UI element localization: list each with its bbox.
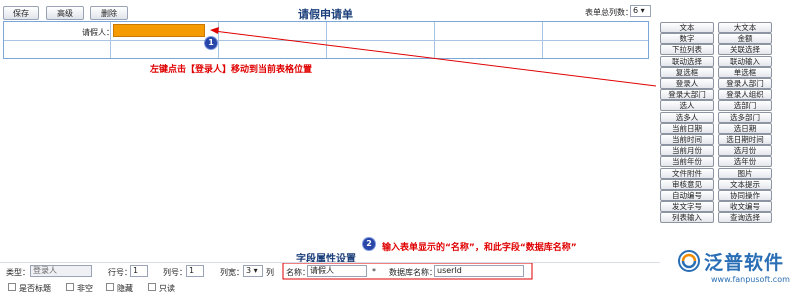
palette-item-6[interactable]: 关联选择 <box>718 44 772 55</box>
col-field[interactable]: 1 <box>186 265 204 277</box>
palette-item-34[interactable]: 收文编号 <box>718 201 772 212</box>
logo-url: www.fanpusoft.com <box>711 275 790 284</box>
palette-item-30[interactable]: 文本提示 <box>718 179 772 190</box>
type-label: 类型： <box>6 268 30 277</box>
palette-item-18[interactable]: 选多部门 <box>718 112 772 123</box>
readonly-label: 只读 <box>159 284 175 293</box>
palette-item-25[interactable]: 当前年份 <box>660 156 714 167</box>
palette-item-13[interactable]: 登录大部门 <box>660 89 714 100</box>
palette-item-33[interactable]: 发文字号 <box>660 201 714 212</box>
palette-item-3[interactable]: 数字 <box>660 33 714 44</box>
logo-mark-icon <box>678 250 700 272</box>
dbname-field[interactable]: userId <box>434 265 524 277</box>
palette-item-29[interactable]: 审核意见 <box>660 179 714 190</box>
row-label: 行号： <box>108 268 132 277</box>
step1-badge: 1 <box>205 37 217 49</box>
row-field[interactable]: 1 <box>130 265 148 277</box>
hidden-label: 隐藏 <box>117 284 133 293</box>
palette-item-9[interactable]: 复选框 <box>660 67 714 78</box>
palette-item-5[interactable]: 下拉列表 <box>660 44 714 55</box>
hidden-checkbox[interactable] <box>106 283 114 291</box>
name-field[interactable]: 请假人 <box>307 265 367 277</box>
palette-item-8[interactable]: 联动输入 <box>718 56 772 67</box>
palette-item-35[interactable]: 列表输入 <box>660 212 714 223</box>
step2-hint: 输入表单显示的“名称”，和此字段“数据库名称” <box>382 243 577 253</box>
palette-item-20[interactable]: 选日期 <box>718 123 772 134</box>
required-mark: * <box>372 267 376 276</box>
logo-text: 泛普软件 <box>704 252 785 274</box>
palette-item-7[interactable]: 联动选择 <box>660 56 714 67</box>
palette-item-31[interactable]: 自动编号 <box>660 190 714 201</box>
palette-item-32[interactable]: 协同操作 <box>718 190 772 201</box>
palette-item-1[interactable]: 文本 <box>660 22 714 33</box>
palette-item-19[interactable]: 当前日期 <box>660 123 714 134</box>
width-unit: 列 <box>266 268 274 277</box>
col-label: 列号： <box>163 268 187 277</box>
width-label: 列宽： <box>220 268 244 277</box>
palette-item-4[interactable]: 金额 <box>718 33 772 44</box>
width-select[interactable]: 3 ▾ <box>243 265 263 277</box>
readonly-checkbox[interactable] <box>148 283 156 291</box>
palette-item-10[interactable]: 单选框 <box>718 67 772 78</box>
is-title-label: 是否标题 <box>19 284 51 293</box>
palette-item-27[interactable]: 文件附件 <box>660 168 714 179</box>
not-null-checkbox[interactable] <box>66 283 74 291</box>
palette-item-36[interactable]: 查询选择 <box>718 212 772 223</box>
palette-item-28[interactable]: 图片 <box>718 168 772 179</box>
props-bar <box>0 262 660 263</box>
palette-item-24[interactable]: 选月份 <box>718 145 772 156</box>
palette-item-22[interactable]: 选日期时间 <box>718 134 772 145</box>
palette-item-15[interactable]: 选人 <box>660 100 714 111</box>
logo: 泛普软件 www.fanpusoft.com <box>677 245 797 291</box>
dbname-label: 数据库名称： <box>389 268 437 277</box>
is-title-checkbox[interactable] <box>8 283 16 291</box>
palette-item-11[interactable]: 登录人 <box>660 78 714 89</box>
step1-hint: 左键点击【登录人】移动到当前表格位置 <box>150 65 313 75</box>
palette-item-21[interactable]: 当前时间 <box>660 134 714 145</box>
palette-item-14[interactable]: 登录人组织 <box>718 89 772 100</box>
palette-item-2[interactable]: 大文本 <box>718 22 772 33</box>
palette-item-12[interactable]: 登录人部门 <box>718 78 772 89</box>
palette-item-16[interactable]: 选部门 <box>718 100 772 111</box>
not-null-label: 非空 <box>77 284 93 293</box>
step2-badge: 2 <box>363 238 375 250</box>
type-field: 登录人 <box>30 265 92 277</box>
palette-item-17[interactable]: 选多人 <box>660 112 714 123</box>
palette-item-26[interactable]: 选年份 <box>718 156 772 167</box>
palette-item-23[interactable]: 当前月份 <box>660 145 714 156</box>
